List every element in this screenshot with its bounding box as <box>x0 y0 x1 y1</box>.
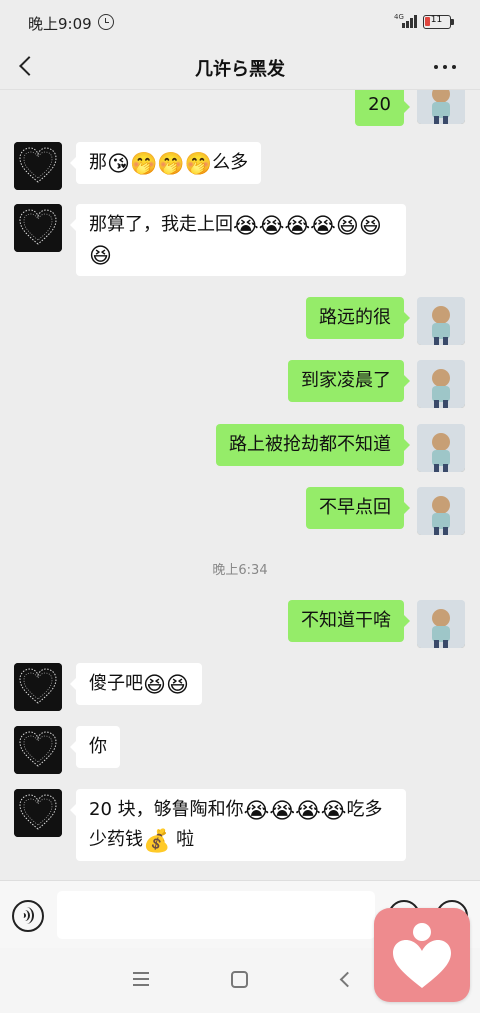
more-dots-icon[interactable] <box>430 62 460 72</box>
message-row-outgoing: 路远的很 <box>0 297 480 347</box>
alarm-icon <box>98 14 114 30</box>
message-text: 不早点回 <box>319 497 391 518</box>
my-avatar[interactable] <box>417 297 465 345</box>
message-row-outgoing: 20 <box>0 90 480 130</box>
contact-avatar[interactable] <box>14 726 62 774</box>
message-row-outgoing: 到家凌晨了 <box>0 360 480 410</box>
battery-icon: 11 <box>423 15 451 29</box>
chat-title: 几许ら黑发 <box>195 59 285 80</box>
emoji-glyph: 😭 <box>233 214 259 239</box>
message-text: 么多 <box>212 152 249 173</box>
message-timestamp: 晚上6:34 <box>212 563 268 578</box>
my-avatar[interactable] <box>417 600 465 648</box>
message-bubble[interactable]: 不早点回 <box>306 487 410 529</box>
emoji-glyph: 🤭 <box>184 152 213 177</box>
emoji-glyph: 😆 <box>358 214 382 239</box>
message-bubble[interactable]: 那算了，我走上回😭😭😭😭😆😆😆 <box>70 204 406 276</box>
emoji-glyph: 😆 <box>165 673 189 698</box>
message-row-incoming: 那算了，我走上回😭😭😭😭😆😆😆 <box>0 204 480 284</box>
message-bubble[interactable]: 20 <box>355 90 410 126</box>
message-list[interactable]: 20 那😘🤭🤭🤭么多 那算了，我走上回😭😭😭😭😆😆😆 路远的很 到家凌晨了 路上… <box>0 90 480 880</box>
message-bubble[interactable]: 不知道干啥 <box>288 600 410 642</box>
contact-avatar[interactable] <box>14 142 62 190</box>
emoji-glyph: 😭 <box>320 799 347 824</box>
message-bubble[interactable]: 到家凌晨了 <box>288 360 410 402</box>
message-text: 路上被抢劫都不知道 <box>229 434 391 455</box>
my-avatar[interactable] <box>417 90 465 124</box>
message-bubble[interactable]: 那😘🤭🤭🤭么多 <box>69 142 262 184</box>
my-avatar[interactable] <box>417 487 465 535</box>
message-text: 那 <box>89 152 107 173</box>
message-row-outgoing: 不早点回 <box>0 487 480 537</box>
emoji-glyph: 😆 <box>89 244 112 269</box>
signal-icon <box>398 14 418 28</box>
battery-tip <box>451 19 454 25</box>
emoji-glyph: 😆 <box>335 214 359 239</box>
emoji-glyph: 😭 <box>243 799 270 824</box>
status-bar: 晚上9:09 4G 11 <box>0 0 480 44</box>
contact-avatar[interactable] <box>14 204 62 252</box>
message-text: 20 块，够鲁陶和你 <box>89 799 244 820</box>
message-row-incoming: 20 块，够鲁陶和你😭😭😭😭吃多少药钱💰 啦 <box>0 789 480 869</box>
message-bubble[interactable]: 路远的很 <box>306 297 410 339</box>
contact-avatar[interactable] <box>14 789 62 837</box>
message-row-incoming: 傻子吧😆😆 <box>0 663 480 713</box>
my-avatar[interactable] <box>417 360 465 408</box>
message-text: 到家凌晨了 <box>301 370 391 391</box>
contact-avatar[interactable] <box>14 663 62 711</box>
message-bubble[interactable]: 20 块，够鲁陶和你😭😭😭😭吃多少药钱💰 啦 <box>70 789 406 861</box>
emoji-glyph: 🤭 <box>129 152 158 177</box>
chat-header: 几许ら黑发 <box>0 44 480 90</box>
emoji-glyph: 😭 <box>258 214 285 239</box>
heart-app-icon[interactable] <box>374 908 470 1002</box>
message-row-outgoing: 路上被抢劫都不知道 <box>0 424 480 474</box>
message-text: 路远的很 <box>319 307 391 328</box>
system-back-icon[interactable] <box>338 972 352 986</box>
message-row-outgoing: 不知道干啥 <box>0 600 480 650</box>
voice-icon[interactable] <box>12 900 44 932</box>
my-avatar[interactable] <box>417 424 465 472</box>
message-text: 傻子吧 <box>89 673 143 694</box>
emoji-glyph: 😘 <box>107 152 130 177</box>
message-row-incoming: 你 <box>0 726 480 776</box>
emoji-glyph: 😭 <box>269 799 296 824</box>
message-text: 啦 <box>170 829 195 850</box>
menu-icon[interactable] <box>133 972 149 986</box>
emoji-glyph: 😭 <box>295 799 321 824</box>
message-input[interactable] <box>57 891 375 939</box>
message-row-incoming: 那😘🤭🤭🤭么多 <box>0 142 480 192</box>
battery-level: 11 <box>430 15 443 25</box>
emoji-glyph: 😭 <box>284 214 311 239</box>
message-bubble[interactable]: 傻子吧😆😆 <box>70 663 202 705</box>
message-text: 20 <box>368 94 391 115</box>
emoji-glyph: 🤭 <box>157 152 185 177</box>
emoji-glyph: 😆 <box>143 673 166 698</box>
message-text: 那算了，我走上回 <box>89 214 233 235</box>
message-text: 你 <box>89 736 107 757</box>
status-time: 晚上9:09 <box>28 15 92 33</box>
message-bubble[interactable]: 你 <box>70 726 120 768</box>
emoji-glyph: 😭 <box>310 214 336 239</box>
message-bubble[interactable]: 路上被抢劫都不知道 <box>216 424 410 466</box>
emoji-glyph: 💰 <box>143 829 171 854</box>
message-text: 不知道干啥 <box>301 610 391 631</box>
home-icon[interactable] <box>231 971 248 988</box>
